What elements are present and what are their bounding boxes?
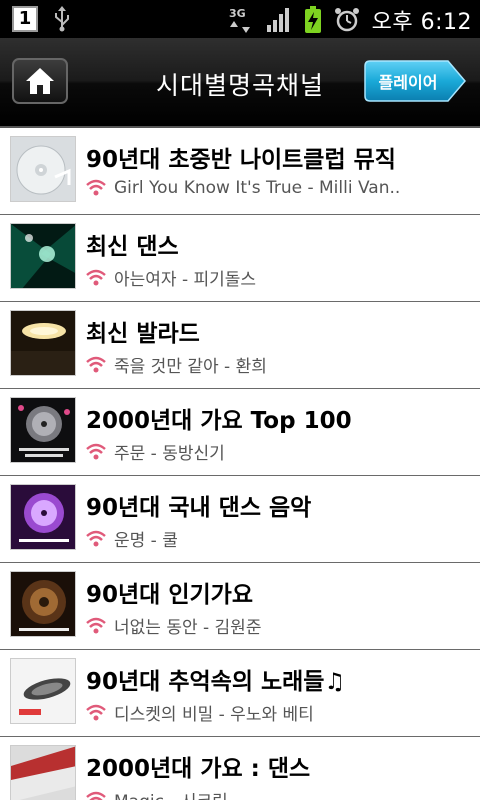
channel-title: 90년대 인기가요 — [86, 582, 253, 608]
channel-item[interactable]: 2000년대 가요 : 댄스 Magic - 시크릿 — [0, 737, 480, 800]
notification-icon: 1 — [12, 6, 38, 32]
channel-item[interactable]: 90년대 추억속의 노래들♫ 디스켓의 비밀 - 우노와 베티 — [0, 650, 480, 737]
player-button-label: 플레이어 — [378, 73, 438, 92]
channel-thumbnail — [10, 571, 76, 637]
channel-title: 2000년대 가요 Top 100 — [86, 408, 352, 434]
channel-list: 90년대 초중반 나이트클럽 뮤직 Girl You Know It's Tru… — [0, 128, 480, 800]
channel-item[interactable]: 90년대 인기가요 너없는 동안 - 김원준 — [0, 563, 480, 650]
channel-thumbnail — [10, 136, 76, 202]
wifi-streaming-icon — [86, 530, 106, 546]
channel-thumbnail — [10, 658, 76, 724]
network-3g-icon: 3G — [229, 7, 250, 33]
wifi-streaming-icon — [86, 443, 106, 459]
channel-current-song: 죽을 것만 같아 - 환희 — [114, 357, 267, 377]
channel-current-song: Magic - 시크릿 — [114, 787, 228, 800]
channel-thumbnail — [10, 223, 76, 289]
channel-thumbnail — [10, 310, 76, 376]
channel-current-song: 주문 - 동방신기 — [114, 444, 225, 464]
wifi-streaming-icon — [86, 617, 106, 633]
channel-item[interactable]: 90년대 국내 댄스 음악 운명 - 쿨 — [0, 476, 480, 563]
wifi-streaming-icon — [86, 704, 106, 720]
channel-current-song: 아는여자 - 피기돌스 — [114, 270, 257, 290]
network-label: 3G — [229, 7, 246, 20]
wifi-streaming-icon — [86, 356, 106, 372]
channel-thumbnail — [10, 397, 76, 463]
channel-item[interactable]: 최신 발라드 죽을 것만 같아 - 환희 — [0, 302, 480, 389]
channel-title: 최신 댄스 — [86, 234, 179, 260]
player-button[interactable]: 플레이어 — [364, 60, 466, 102]
battery-charging-icon — [304, 6, 321, 33]
wifi-streaming-icon — [86, 179, 106, 196]
channel-item[interactable]: 2000년대 가요 Top 100 주문 - 동방신기 — [0, 389, 480, 476]
channel-item[interactable]: 90년대 초중반 나이트클럽 뮤직 Girl You Know It's Tru… — [0, 128, 480, 215]
channel-title: 최신 발라드 — [86, 321, 200, 347]
title-bar: 시대별명곡채널 플레이어 — [0, 38, 480, 128]
channel-current-song: Girl You Know It's True - Milli Van.. — [114, 178, 401, 198]
channel-current-song: 너없는 동안 - 김원준 — [114, 618, 262, 638]
wifi-streaming-icon — [86, 269, 106, 285]
signal-strength-icon — [266, 8, 289, 32]
channel-item[interactable]: 최신 댄스 아는여자 - 피기돌스 — [0, 215, 480, 302]
channel-thumbnail — [10, 484, 76, 550]
clock-time: 오후 6:12 — [371, 10, 472, 35]
channel-title: 2000년대 가요 : 댄스 — [86, 756, 311, 782]
wifi-streaming-icon — [86, 791, 106, 800]
channel-current-song: 디스켓의 비밀 - 우노와 베티 — [114, 705, 314, 725]
channel-current-song: 운명 - 쿨 — [114, 531, 178, 551]
status-bar: 1 3G 오후 6:12 — [0, 0, 480, 38]
channel-title: 90년대 추억속의 노래들♫ — [86, 669, 346, 695]
channel-title: 90년대 국내 댄스 음악 — [86, 495, 312, 521]
channel-title: 90년대 초중반 나이트클럽 뮤직 — [86, 147, 396, 173]
alarm-clock-icon — [334, 8, 359, 32]
usb-icon — [55, 6, 69, 32]
channel-thumbnail — [10, 745, 76, 800]
